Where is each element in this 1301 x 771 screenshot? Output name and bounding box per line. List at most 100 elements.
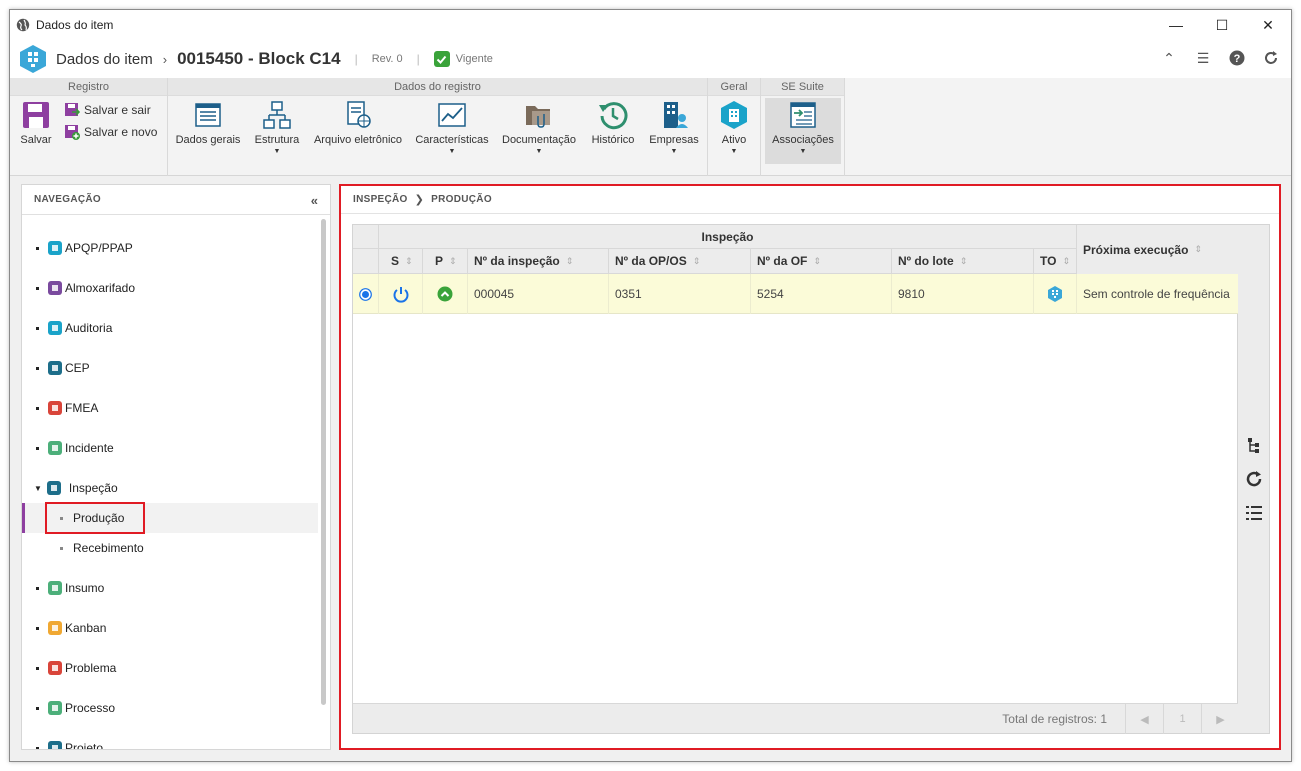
nav-item-processo[interactable]: Processo <box>22 693 318 723</box>
grid-header-group-row: Inspeção Próxima execução ⇕ <box>353 225 1239 274</box>
nav-item-label: Kanban <box>65 621 107 635</box>
list-icon[interactable]: ☰ <box>1193 48 1213 68</box>
to-cell <box>1034 274 1077 314</box>
scrollbar[interactable] <box>321 219 326 705</box>
next-page-button[interactable]: ▶ <box>1201 704 1239 734</box>
col-header-n-of[interactable]: Nº da OF ⇕ <box>751 249 892 273</box>
associations-label: Associações <box>772 134 834 146</box>
group-title: Geral <box>708 78 760 96</box>
col-header-p[interactable]: P ⇕ <box>423 249 468 273</box>
globe-icon <box>16 18 30 32</box>
companies-label: Empresas <box>649 134 699 146</box>
col-label: Próxima execução <box>1083 242 1189 257</box>
col-label: TO <box>1040 254 1057 268</box>
cell-n-lote: 9810 <box>892 274 1034 314</box>
module-icon <box>48 441 62 455</box>
col-header-n-op[interactable]: Nº da OP/OS ⇕ <box>609 249 751 273</box>
sort-icon: ⇕ <box>565 255 574 266</box>
active-button[interactable]: Ativo ▼ <box>712 100 756 155</box>
module-icon <box>48 621 62 635</box>
col-label: S <box>391 254 400 268</box>
nav-item-label: Auditoria <box>65 321 113 335</box>
nav-title: NAVEGAÇÃO <box>22 185 330 215</box>
nav-item-label: APQP/PPAP <box>65 241 133 255</box>
nav-item-auditoria[interactable]: Auditoria <box>22 313 318 343</box>
nav-item-incidente[interactable]: Incidente <box>22 433 318 463</box>
tree-view-icon[interactable] <box>1244 435 1264 455</box>
sort-icon: ⇕ <box>449 255 457 266</box>
nav-item-insumo[interactable]: Insumo <box>22 573 318 603</box>
list-options-icon[interactable] <box>1244 503 1264 523</box>
form-icon <box>195 103 221 127</box>
col-label: Nº da OF <box>757 254 808 268</box>
group-title: Dados do registro <box>168 78 707 96</box>
nav-item-inspe-o[interactable]: ▼ Inspeção <box>22 473 318 503</box>
nav-item-fmea[interactable]: FMEA <box>22 393 318 423</box>
refresh-icon[interactable] <box>1244 469 1264 489</box>
help-icon[interactable]: ? <box>1227 48 1247 68</box>
electronic-file-button[interactable]: Arquivo eletrônico <box>312 100 404 146</box>
structure-button[interactable]: Estrutura ▼ <box>252 100 302 155</box>
save-exit-button[interactable]: Salvar e sair <box>64 102 151 118</box>
prev-page-button[interactable]: ◀ <box>1125 704 1163 734</box>
col-header-n-lote[interactable]: Nº do lote ⇕ <box>892 249 1034 273</box>
documentation-label: Documentação <box>502 134 576 146</box>
nav-item-label: CEP <box>65 361 90 375</box>
module-icon <box>48 401 62 415</box>
table-row[interactable]: 000045 0351 5254 9810 Sem controle de fr… <box>353 274 1239 314</box>
nav-subitem-recebimento[interactable]: Recebimento <box>22 533 318 563</box>
inspection-grid: Inspeção Próxima execução ⇕ S ⇕ P ⇕ Nº da i… <box>352 224 1239 734</box>
bullet <box>36 366 39 370</box>
row-radio[interactable] <box>353 274 379 314</box>
col-header-s[interactable]: S ⇕ <box>379 249 423 273</box>
main-content: INSPEÇÃO ❯ PRODUÇÃO Inspeção Próxima exe… <box>339 184 1281 750</box>
companies-button[interactable]: Empresas ▼ <box>646 100 702 155</box>
close-button[interactable]: ✕ <box>1245 10 1291 40</box>
header-tools: ⌃ ☰ ? <box>1159 48 1281 68</box>
nav-item-cep[interactable]: CEP <box>22 353 318 383</box>
history-button[interactable]: Histórico <box>588 100 638 146</box>
nav-item-projeto[interactable]: Projeto <box>22 733 318 749</box>
nav-item-apqp-ppap[interactable]: APQP/PPAP <box>22 233 318 263</box>
collapse-up-icon[interactable]: ⌃ <box>1159 48 1179 68</box>
check-icon <box>433 51 450 67</box>
caret-down-icon: ▼ <box>730 148 738 155</box>
associations-button[interactable]: Associações ▼ <box>765 98 841 164</box>
col-label: Nº do lote <box>898 254 954 268</box>
nav-item-kanban[interactable]: Kanban <box>22 613 318 643</box>
refresh-icon[interactable] <box>1261 48 1281 68</box>
nav-item-label: Insumo <box>65 581 105 595</box>
ribbon-group-registro: Registro Salvar Salvar e sair Salvar e n… <box>10 78 168 176</box>
breadcrumb-inspecao[interactable]: INSPEÇÃO <box>353 194 408 205</box>
col-header-n-inspecao[interactable]: Nº da inspeção ⇕ <box>468 249 609 273</box>
group-header-inspecao: Inspeção <box>379 225 1077 248</box>
documentation-button[interactable]: Documentação ▼ <box>500 100 578 155</box>
expanded-caret-icon: ▼ <box>34 483 42 493</box>
folder-clip-icon <box>526 106 550 128</box>
header-label: Dados do item <box>56 50 153 68</box>
minimize-button[interactable]: — <box>1153 10 1199 40</box>
save-button[interactable]: Salvar <box>16 100 56 146</box>
status-label: Vigente <box>455 53 493 65</box>
save-new-button[interactable]: Salvar e novo <box>64 124 157 140</box>
collapse-left-icon[interactable]: « <box>311 193 318 208</box>
grid-header-row: S ⇕ P ⇕ Nº da inspeção ⇕ Nº da OP/OS ⇕ Nº da… <box>353 249 1077 274</box>
col-header-proxima[interactable]: Próxima execução ⇕ <box>1077 225 1239 274</box>
header-select <box>353 249 379 273</box>
nav-item-problema[interactable]: Problema <box>22 653 318 683</box>
ribbon-group-dados: Dados do registro Dados gerais Estrutura… <box>168 78 708 176</box>
priority-cell <box>423 274 468 314</box>
ribbon-group-geral: Geral Ativo ▼ <box>708 78 761 176</box>
col-header-to[interactable]: TO ⇕ <box>1034 249 1077 273</box>
nav-item-label: Problema <box>65 661 117 675</box>
module-icon <box>48 701 62 715</box>
active-label: Ativo <box>721 134 747 146</box>
nav-item-almoxarifado[interactable]: Almoxarifado <box>22 273 318 303</box>
cell-proxima: Sem controle de frequência <box>1083 287 1230 301</box>
sort-icon: ⇕ <box>405 255 413 266</box>
group-title: SE Suite <box>761 78 844 96</box>
characteristics-button[interactable]: Características ▼ <box>414 100 490 155</box>
caret-down-icon: ▼ <box>670 148 678 155</box>
maximize-button[interactable]: ☐ <box>1199 10 1245 40</box>
general-data-button[interactable]: Dados gerais <box>174 100 242 146</box>
